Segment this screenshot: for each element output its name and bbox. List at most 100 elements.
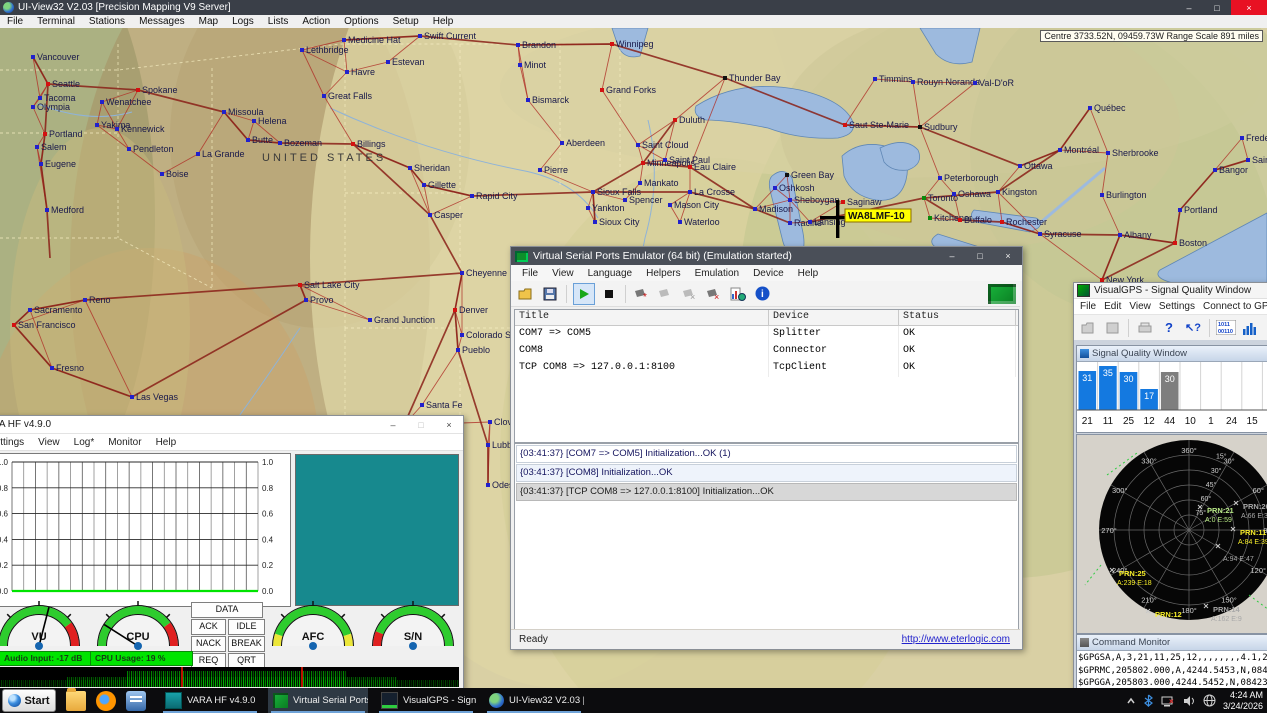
map-station-dot[interactable] <box>1178 208 1182 212</box>
map-station-dot[interactable] <box>488 420 492 424</box>
vspe-menu-language[interactable]: Language <box>581 268 640 279</box>
vspe-menu-device[interactable]: Device <box>746 268 791 279</box>
vspe-menu-help[interactable]: Help <box>791 268 826 279</box>
map-station-dot[interactable] <box>753 207 757 211</box>
map-station-dot[interactable] <box>408 166 412 170</box>
uiview-menu-map[interactable]: Map <box>192 16 225 27</box>
map-station-dot[interactable] <box>31 55 35 59</box>
map-station-dot[interactable] <box>922 196 926 200</box>
map-station-dot[interactable] <box>1058 148 1062 152</box>
map-station-dot[interactable] <box>808 220 812 224</box>
map-station-dot[interactable] <box>486 443 490 447</box>
vspe-list-header[interactable]: Title Device Status <box>515 310 1018 326</box>
map-station-dot[interactable] <box>246 138 250 142</box>
map-station-dot[interactable] <box>1088 106 1092 110</box>
map-station-dot[interactable] <box>538 168 542 172</box>
map-station-dot[interactable] <box>788 198 792 202</box>
map-station-dot[interactable] <box>130 395 134 399</box>
network-disconnected-icon[interactable]: × <box>1161 695 1176 707</box>
map-station-dot[interactable] <box>12 323 16 327</box>
map-station-dot[interactable] <box>1106 151 1110 155</box>
map-station-dot[interactable] <box>591 190 595 194</box>
info-icon[interactable]: i <box>752 284 772 304</box>
map-station-dot[interactable] <box>322 94 326 98</box>
vspe-device-row[interactable]: COM7 => COM5SplitterOK <box>515 326 1018 343</box>
map-station-dot[interactable] <box>115 127 119 131</box>
map-station-dot[interactable] <box>785 173 789 177</box>
map-station-dot[interactable] <box>516 43 520 47</box>
vara-menu-view[interactable]: View <box>31 437 67 448</box>
map-station-dot[interactable] <box>843 123 847 127</box>
map-station-dot[interactable] <box>368 318 372 322</box>
create-device-icon[interactable]: * <box>632 284 652 304</box>
map-station-dot[interactable] <box>1038 232 1042 236</box>
uiview-menu-options[interactable]: Options <box>337 16 385 27</box>
map-station-dot[interactable] <box>1173 241 1177 245</box>
taskbar-button-virtual-serial-ports-[interactable]: Virtual Serial Ports ... <box>268 688 368 713</box>
map-station-dot[interactable] <box>1213 168 1217 172</box>
map-station-dot[interactable] <box>83 298 87 302</box>
map-station-dot[interactable] <box>1246 158 1250 162</box>
map-station-dot[interactable] <box>518 63 522 67</box>
taskbar-button-ui-view32-v2-03-pr-[interactable]: UI-View32 V2.03 [Pr... <box>484 688 584 713</box>
map-station-dot[interactable] <box>39 162 43 166</box>
map-station-dot[interactable] <box>1018 164 1022 168</box>
vara-menu-monitor[interactable]: Monitor <box>101 437 148 448</box>
signal-quality-titlebar[interactable]: Signal Quality Window <box>1077 346 1267 362</box>
map-station-dot[interactable] <box>470 194 474 198</box>
vara-menu-log-[interactable]: Log* <box>67 437 102 448</box>
visualgps-menu-settings[interactable]: Settings <box>1155 301 1199 312</box>
map-station-dot[interactable] <box>678 220 682 224</box>
map-station-dot[interactable] <box>222 110 226 114</box>
map-station-dot[interactable] <box>688 165 692 169</box>
map-station-dot[interactable] <box>928 216 932 220</box>
file-explorer-icon[interactable] <box>66 691 86 711</box>
vspe-device-row[interactable]: COM8ConnectorOK <box>515 343 1018 360</box>
statistics-icon[interactable] <box>728 284 748 304</box>
vara-menu-settings[interactable]: Settings <box>0 437 31 448</box>
vspe-menu-emulation[interactable]: Emulation <box>688 268 746 279</box>
vspe-log-entry[interactable]: {03:41:37} [COM8] Initialization...OK <box>516 464 1017 482</box>
map-station-dot[interactable] <box>38 96 42 100</box>
uiview-menu-file[interactable]: File <box>0 16 30 27</box>
map-station-dot[interactable] <box>526 98 530 102</box>
map-station-dot[interactable] <box>610 42 614 46</box>
uiview-menu-setup[interactable]: Setup <box>386 16 426 27</box>
taskbar-button-visualgps-signal-[interactable]: VisualGPS - Signal ... <box>376 688 476 713</box>
map-station-dot[interactable] <box>50 366 54 370</box>
firefox-icon[interactable] <box>96 691 116 711</box>
map-station-dot[interactable] <box>873 77 877 81</box>
map-station-dot[interactable] <box>841 200 845 204</box>
map-station-dot[interactable] <box>952 192 956 196</box>
map-station-dot[interactable] <box>95 123 99 127</box>
vspe-website-link[interactable]: http://www.eterlogic.com <box>902 634 1010 645</box>
globe-network-icon[interactable] <box>1203 694 1216 707</box>
map-station-dot[interactable] <box>623 198 627 202</box>
save-icon[interactable] <box>1102 318 1122 338</box>
vspe-device-row[interactable]: TCP COM8 => 127.0.0.1:8100TcpClientOK <box>515 360 1018 377</box>
map-station-dot[interactable] <box>31 105 35 109</box>
print-icon[interactable] <box>1135 318 1155 338</box>
visualgps-menu-view[interactable]: View <box>1125 301 1155 312</box>
start-emulation-icon[interactable] <box>573 283 595 305</box>
vara-maximize-button[interactable]: □ <box>407 416 435 433</box>
map-station-dot[interactable] <box>638 181 642 185</box>
map-station-dot[interactable] <box>160 172 164 176</box>
visualgps-titlebar[interactable]: VisualGPS - Signal Quality Window <box>1074 283 1267 299</box>
map-station-dot[interactable] <box>460 333 464 337</box>
map-station-dot[interactable] <box>386 60 390 64</box>
map-station-dot[interactable] <box>1100 193 1104 197</box>
map-station-dot[interactable] <box>345 70 349 74</box>
map-station-dot[interactable] <box>673 118 677 122</box>
vspe-maximize-button[interactable]: □ <box>966 247 994 265</box>
map-station-dot[interactable] <box>600 88 604 92</box>
map-station-dot[interactable] <box>593 220 597 224</box>
tray-overflow-icon[interactable] <box>1126 696 1136 706</box>
visualgps-menu-connect-to-gps[interactable]: Connect to GPS <box>1199 301 1267 312</box>
vara-minimize-button[interactable]: – <box>379 416 407 433</box>
uiview-menu-messages[interactable]: Messages <box>132 16 192 27</box>
map-station-dot[interactable] <box>586 206 590 210</box>
map-station-dot[interactable] <box>663 158 667 162</box>
map-station-dot[interactable] <box>342 38 346 42</box>
map-station-dot[interactable] <box>252 119 256 123</box>
